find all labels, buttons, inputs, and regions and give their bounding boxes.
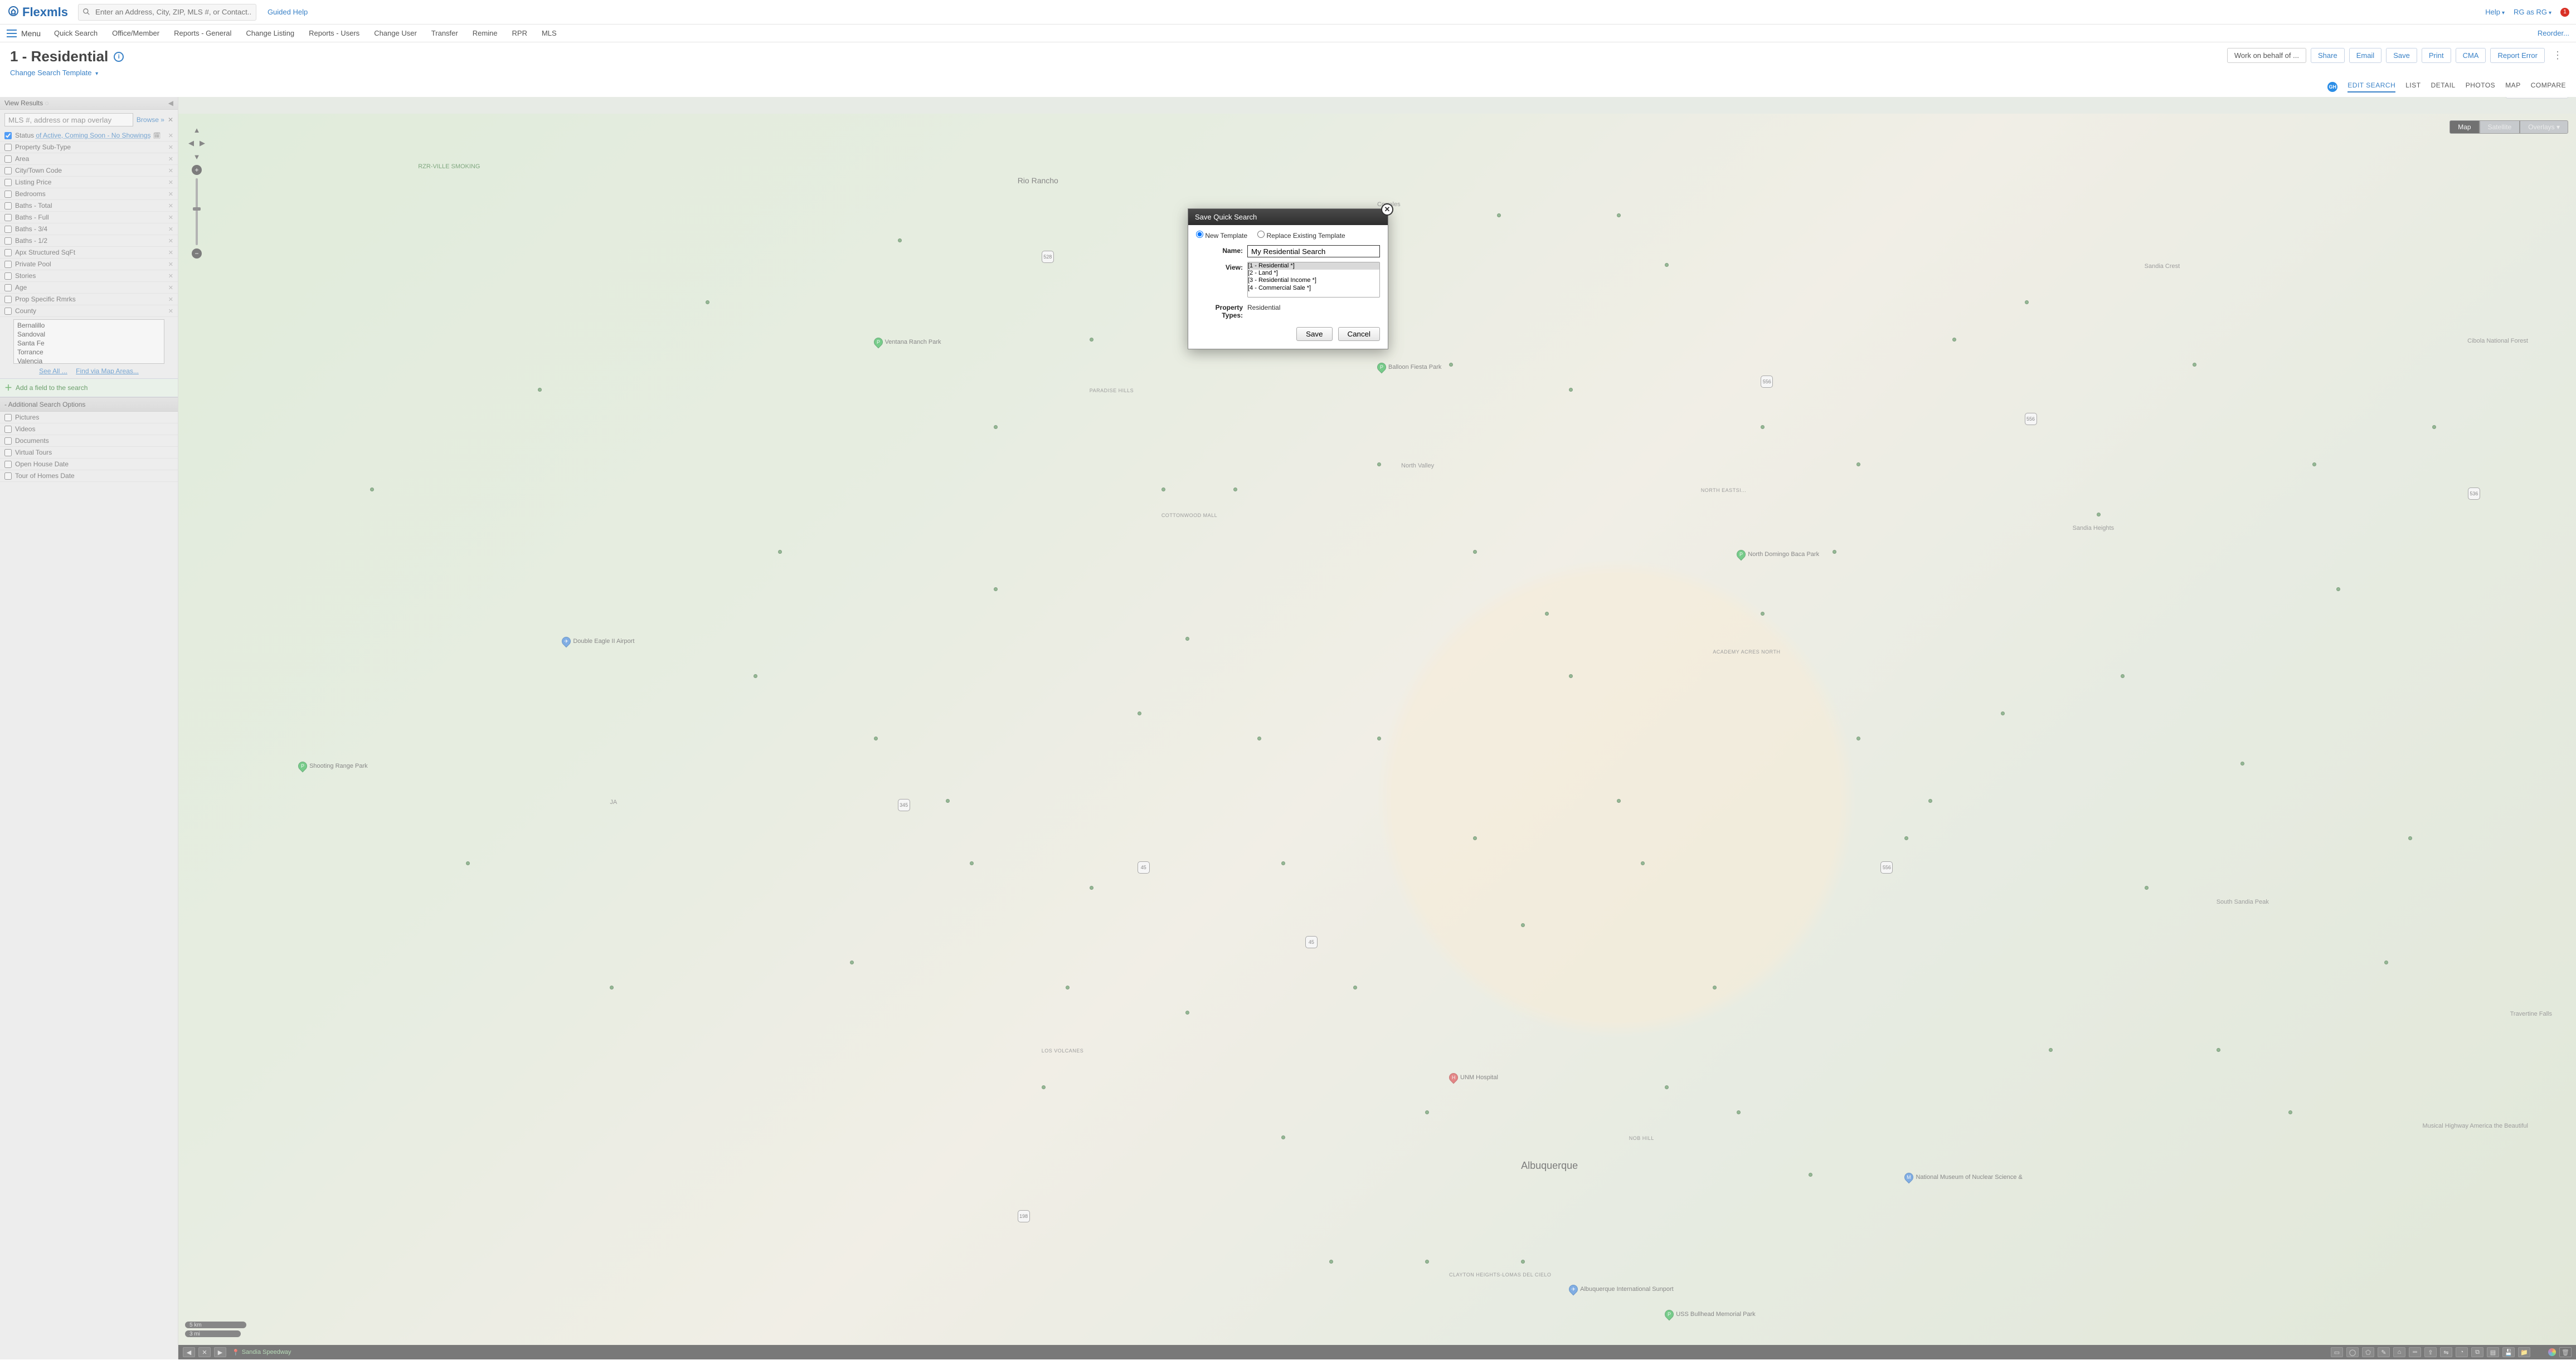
dialog-title: Save Quick Search <box>1188 209 1388 225</box>
save-quick-search-dialog: ✕ Save Quick Search New Template Replace… <box>1188 208 1388 349</box>
save-button[interactable]: Save <box>2386 48 2417 63</box>
view-tab-list[interactable]: LIST <box>2405 81 2421 92</box>
menu-item[interactable]: Transfer <box>431 29 458 37</box>
modal-overlay: ✕ Save Quick Search New Template Replace… <box>0 97 2576 1359</box>
global-search <box>78 4 256 21</box>
email-button[interactable]: Email <box>2349 48 2382 63</box>
view-tab-map[interactable]: MAP <box>2505 81 2521 92</box>
menu-item[interactable]: Reports - Users <box>309 29 359 37</box>
brand-logo[interactable]: Flexmls <box>7 5 68 20</box>
help-menu[interactable]: Help▾ <box>2485 8 2505 16</box>
view-select[interactable]: [1 - Residential *][2 - Land *][3 - Resi… <box>1247 262 1380 298</box>
dialog-close-button[interactable]: ✕ <box>1381 203 1393 216</box>
property-types-label: Property Types: <box>1196 302 1247 319</box>
dialog-cancel-button[interactable]: Cancel <box>1338 327 1381 341</box>
view-tab-photos[interactable]: PHOTOS <box>2466 81 2495 92</box>
view-tab-detail[interactable]: DETAIL <box>2431 81 2456 92</box>
view-label: View: <box>1196 262 1247 271</box>
name-label: Name: <box>1196 245 1247 255</box>
menu-item[interactable]: Office/Member <box>112 29 159 37</box>
menu-item[interactable]: Quick Search <box>54 29 98 37</box>
share-button[interactable]: Share <box>2311 48 2345 63</box>
gh-badge[interactable]: GH <box>2327 82 2337 92</box>
more-actions-icon[interactable]: ⋮ <box>2549 48 2566 62</box>
view-tab-edit-search[interactable]: EDIT SEARCH <box>2347 81 2395 92</box>
report-error-button[interactable]: Report Error <box>2490 48 2545 63</box>
notification-badge[interactable]: 1 <box>2560 8 2569 17</box>
menu-item[interactable]: Remine <box>473 29 498 37</box>
menu-item[interactable]: RPR <box>512 29 527 37</box>
search-icon <box>82 8 90 17</box>
print-button[interactable]: Print <box>2422 48 2451 63</box>
change-search-template-link[interactable]: Change Search Template ▾ <box>10 69 98 77</box>
menu-item[interactable]: MLS <box>542 29 557 37</box>
hamburger-icon <box>7 30 17 37</box>
view-option[interactable]: [1 - Residential *] <box>1248 262 1379 270</box>
dialog-save-button[interactable]: Save <box>1296 327 1332 341</box>
chevron-down-icon: ▾ <box>2549 10 2551 16</box>
cma-button[interactable]: CMA <box>2456 48 2486 63</box>
global-search-input[interactable] <box>78 4 256 21</box>
brand-text: Flexmls <box>22 5 68 20</box>
menu-item[interactable]: Change Listing <box>246 29 294 37</box>
menu-label: Menu <box>21 29 41 38</box>
reorder-link[interactable]: Reorder... <box>2538 29 2569 37</box>
menu-item[interactable]: Change User <box>374 29 417 37</box>
info-icon[interactable]: i <box>114 52 124 62</box>
chevron-down-icon: ▾ <box>2502 10 2505 16</box>
new-template-radio[interactable]: New Template <box>1196 231 1247 240</box>
main-menu-toggle[interactable]: Menu <box>7 29 41 38</box>
template-name-input[interactable] <box>1247 245 1380 257</box>
home-pin-icon <box>7 6 20 19</box>
menu-item[interactable]: Reports - General <box>174 29 231 37</box>
page-title: 1 - Residential i <box>10 48 124 65</box>
view-option[interactable]: [2 - Land *] <box>1248 270 1379 277</box>
guided-help-link[interactable]: Guided Help <box>268 8 308 16</box>
property-types-value: Residential <box>1247 302 1280 311</box>
view-option[interactable]: [3 - Residential Income *] <box>1248 277 1379 284</box>
chevron-down-icon: ▾ <box>95 71 98 77</box>
replace-template-radio[interactable]: Replace Existing Template <box>1257 231 1345 240</box>
view-option[interactable]: [4 - Commercial Sale *] <box>1248 285 1379 292</box>
work-on-behalf-button[interactable]: Work on behalf of ... <box>2227 48 2306 63</box>
view-tab-compare[interactable]: COMPARE <box>2531 81 2566 92</box>
user-menu[interactable]: RG as RG▾ <box>2514 8 2551 16</box>
